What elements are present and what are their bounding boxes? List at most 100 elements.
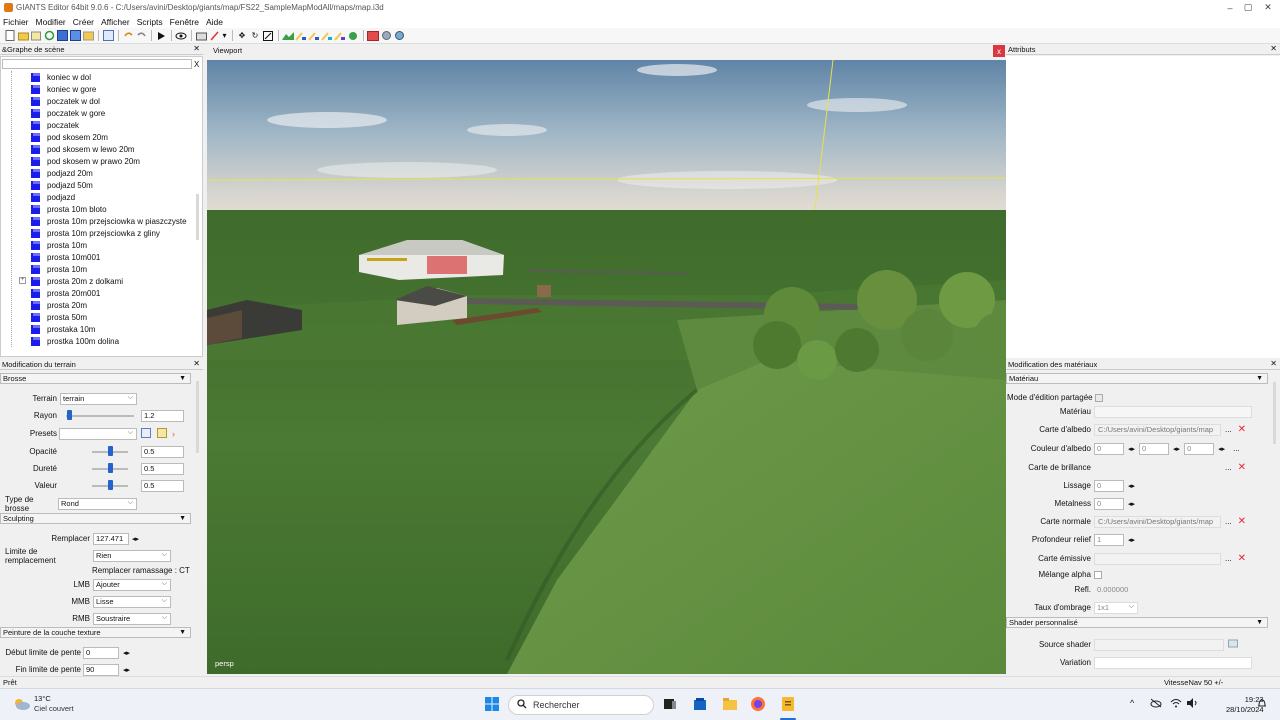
hardness-field[interactable]: 0.5: [141, 462, 184, 475]
menu-edit[interactable]: Modifier: [36, 17, 66, 27]
emissive-map-path[interactable]: [1094, 552, 1221, 565]
network-offline-icon[interactable]: [1150, 698, 1162, 710]
scene-tree-item[interactable]: prosta 20m: [1, 299, 196, 311]
radius-slider[interactable]: [66, 415, 134, 417]
clear-normal-icon[interactable]: ✕: [1238, 516, 1246, 527]
eye-icon[interactable]: [175, 30, 187, 42]
firefox-icon[interactable]: [750, 696, 766, 712]
menu-help[interactable]: Aide: [206, 17, 223, 27]
scene-search-input[interactable]: [2, 59, 192, 69]
slope-start-field[interactable]: 0: [83, 646, 119, 659]
store-icon[interactable]: [692, 696, 708, 712]
save-preset-icon[interactable]: [141, 427, 151, 440]
color-picker-button[interactable]: ...: [1233, 444, 1240, 453]
clear-search-button[interactable]: X: [194, 60, 199, 69]
brush-type-select[interactable]: Rond ⌵: [58, 497, 137, 510]
menu-window[interactable]: Fenêtre: [170, 17, 199, 27]
wifi-icon[interactable]: [1170, 698, 1182, 710]
terrain-tool-icon[interactable]: [282, 30, 294, 42]
spline-tool-icon[interactable]: [347, 30, 359, 42]
brush-section-header[interactable]: Brosse ▼: [0, 373, 191, 384]
scene-tree-item[interactable]: prosta 50m: [1, 311, 196, 323]
paint-tool-icon[interactable]: [295, 30, 307, 42]
replace-limit-select[interactable]: Rien ⌵: [93, 549, 171, 562]
scene-tree-item[interactable]: pod skosem w prawo 20m: [1, 155, 196, 167]
notifications-icon[interactable]: [1257, 698, 1267, 711]
save-as-icon[interactable]: [69, 30, 81, 42]
tray-chevron-icon[interactable]: ^: [1130, 698, 1134, 708]
redo-icon[interactable]: [135, 30, 147, 42]
browse-albedo-button[interactable]: ...: [1225, 425, 1232, 434]
mmb-select[interactable]: Lisse ⌵: [93, 595, 171, 608]
camera-icon[interactable]: [195, 30, 207, 42]
scene-tree-item[interactable]: poczatek: [1, 119, 196, 131]
scene-tree-item[interactable]: prosta 10m: [1, 263, 196, 275]
menu-create[interactable]: Créer: [73, 17, 94, 27]
metalness-field[interactable]: 0: [1094, 497, 1124, 510]
close-icon[interactable]: ✕: [1270, 44, 1277, 53]
normal-map-path[interactable]: C:/Users/avini/Desktop/giants/map: [1094, 515, 1221, 528]
3d-viewport[interactable]: persp: [207, 60, 1006, 674]
rotate-icon[interactable]: ↻: [249, 30, 261, 42]
browse-gloss-button[interactable]: ...: [1225, 463, 1232, 472]
browse-emissive-button[interactable]: ...: [1225, 554, 1232, 563]
scene-tree-item[interactable]: prostaka 10m: [1, 323, 196, 335]
delete-preset-icon[interactable]: ›: [172, 429, 175, 439]
scene-tree-item[interactable]: prosta 10m: [1, 239, 196, 251]
windows-start-icon[interactable]: [484, 696, 500, 712]
spin-arrows-icon[interactable]: ◂▸: [1218, 445, 1225, 453]
spin-arrows-icon[interactable]: ◂▸: [1128, 445, 1135, 453]
undo-icon[interactable]: [122, 30, 134, 42]
scene-scrollbar[interactable]: [196, 194, 199, 240]
scene-tree-item[interactable]: podjazd: [1, 191, 196, 203]
scene-tree-item[interactable]: poczatek w dol: [1, 95, 196, 107]
variation-select[interactable]: [1094, 656, 1252, 669]
save-icon[interactable]: [56, 30, 68, 42]
slope-end-field[interactable]: 90: [83, 663, 119, 676]
scene-tree-item[interactable]: podjazd 20m: [1, 167, 196, 179]
texture-paint-section-header[interactable]: Peinture de la couche texture ▼: [0, 627, 191, 638]
weather-widget[interactable]: 13°C Ciel couvert: [12, 694, 74, 714]
texture-icon[interactable]: [367, 30, 379, 42]
scale-icon[interactable]: [262, 30, 274, 42]
foliage-tool-icon[interactable]: [308, 30, 320, 42]
browse-folder-icon[interactable]: [1228, 639, 1238, 650]
custom-shader-section-header[interactable]: Shader personnalisé ▼: [1006, 617, 1268, 628]
edit-file-icon[interactable]: [30, 30, 42, 42]
material-scrollbar[interactable]: [1273, 382, 1276, 444]
material-section-header[interactable]: Matériau ▼: [1006, 373, 1268, 384]
browse-normal-button[interactable]: ...: [1225, 517, 1232, 526]
spin-arrows-icon[interactable]: ◂▸: [1128, 482, 1135, 490]
spin-arrows-icon[interactable]: ◂▸: [1173, 445, 1180, 453]
render-icon[interactable]: [393, 30, 405, 42]
value-field[interactable]: 0.5: [141, 479, 184, 492]
spin-arrows-icon[interactable]: ◂▸: [123, 666, 130, 674]
giants-editor-taskbar-icon[interactable]: [780, 696, 796, 712]
terrain-scrollbar[interactable]: [196, 381, 199, 453]
scene-tree-item[interactable]: prosta 10m bloto: [1, 203, 196, 215]
fill-tool-icon[interactable]: [334, 30, 346, 42]
spin-arrows-icon[interactable]: ◂▸: [1128, 536, 1135, 544]
radius-field[interactable]: 1.2: [141, 409, 184, 422]
albedo-g-field[interactable]: 0: [1139, 442, 1170, 455]
radius-slider-handle[interactable]: [67, 410, 73, 420]
scene-tree-item[interactable]: podjazd 50m: [1, 179, 196, 191]
scene-tree-item[interactable]: koniec w dol: [1, 71, 196, 83]
albedo-b-field[interactable]: 0: [1184, 442, 1215, 455]
scene-tree-item[interactable]: + prosta 20m z dolkami: [1, 275, 196, 287]
volume-icon[interactable]: [1186, 698, 1198, 710]
close-window-button[interactable]: ✕: [1254, 0, 1280, 15]
replace-field[interactable]: 127.471: [93, 532, 129, 545]
scene-tree-item[interactable]: pod skosem w lewo 20m: [1, 143, 196, 155]
material-select[interactable]: [1094, 405, 1252, 418]
scene-tree-item[interactable]: koniec w gore: [1, 83, 196, 95]
settings-icon[interactable]: [380, 30, 392, 42]
shading-rate-select[interactable]: 1x1 ⌵: [1094, 601, 1138, 614]
move-icon[interactable]: ✥: [236, 30, 248, 42]
opacity-slider-handle[interactable]: [108, 446, 113, 456]
shader-source-path[interactable]: [1094, 638, 1224, 651]
chevron-down-icon[interactable]: ▾: [221, 30, 228, 42]
task-view-icon[interactable]: [662, 696, 678, 712]
scene-tree-item[interactable]: pod skosem 20m: [1, 131, 196, 143]
new-file-icon[interactable]: [4, 30, 16, 42]
